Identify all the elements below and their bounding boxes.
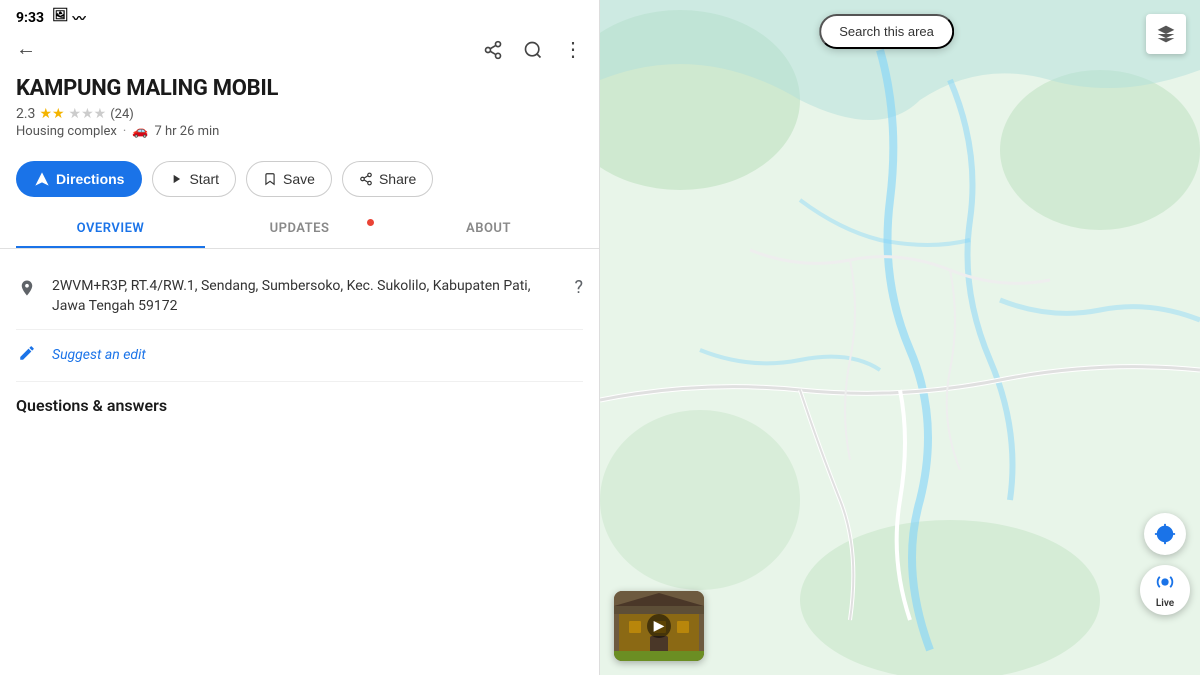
action-buttons: Directions Start Save Share — [0, 151, 599, 209]
tab-overview[interactable]: OVERVIEW — [16, 209, 205, 248]
tab-updates-label: UPDATES — [270, 221, 330, 236]
updates-dot — [367, 219, 374, 226]
stars-empty: ★★★ — [69, 106, 107, 122]
save-button[interactable]: Save — [246, 161, 332, 197]
left-panel: 9:33 🖼 〰 ← ⋮ KAMPUNG MALING MOBIL — [0, 0, 600, 675]
content-section: 2WVM+R3P, RT.4/RW.1, Sendang, Sumbersoko… — [0, 249, 599, 675]
directions-button[interactable]: Directions — [16, 161, 142, 197]
search-this-area-button[interactable]: Search this area — [819, 14, 954, 49]
share-action-button[interactable]: Share — [342, 161, 433, 197]
place-rating: 2.3 ★★ ★★★ (24) — [16, 106, 583, 122]
info-action-icon[interactable]: ? — [574, 277, 583, 298]
address-row: 2WVM+R3P, RT.4/RW.1, Sendang, Sumbersoko… — [16, 265, 583, 329]
street-view-content: ▶ — [614, 591, 704, 661]
search-this-area-label: Search this area — [839, 24, 934, 39]
qa-heading: Questions & answers — [16, 382, 583, 423]
drive-time: 7 hr 26 min — [154, 124, 219, 139]
status-time: 9:33 — [16, 10, 44, 26]
top-bar-actions: ⋮ — [483, 37, 583, 62]
live-icon — [1154, 571, 1176, 598]
place-name: KAMPUNG MALING MOBIL — [16, 76, 583, 102]
photo-icon: 🖼 — [52, 8, 69, 27]
street-view-arrow: ▶ — [647, 614, 671, 638]
stars-filled: ★★ — [39, 106, 64, 122]
my-location-button[interactable] — [1144, 513, 1186, 555]
place-type: Housing complex · 🚗 7 hr 26 min — [16, 124, 583, 139]
suggest-edit-text: Suggest an edit — [52, 347, 146, 363]
save-label: Save — [283, 171, 315, 187]
suggest-edit-row[interactable]: Suggest an edit — [16, 330, 583, 382]
status-bar: 9:33 🖼 〰 — [0, 0, 599, 31]
street-view-thumbnail[interactable]: ▶ — [614, 591, 704, 661]
share-button[interactable] — [483, 40, 503, 60]
edit-icon — [16, 344, 38, 367]
tab-about[interactable]: ABOUT — [394, 209, 583, 248]
tab-overview-label: OVERVIEW — [77, 221, 145, 236]
right-panel: 🔵 📍 Vo LTE 4G+ ▐▐▐ 75%🔋 — [600, 0, 1200, 675]
live-button[interactable]: Live — [1140, 565, 1190, 615]
drive-icon: 🚗 — [132, 124, 148, 139]
rating-number: 2.3 — [16, 106, 35, 122]
more-button[interactable]: ⋮ — [563, 37, 583, 62]
back-button[interactable]: ← — [16, 38, 36, 61]
tab-about-label: ABOUT — [466, 221, 511, 236]
location-icon — [16, 277, 38, 297]
top-bar: ← ⋮ — [0, 31, 599, 72]
layers-button[interactable] — [1146, 14, 1186, 54]
tab-updates[interactable]: UPDATES — [205, 209, 394, 248]
address-text: 2WVM+R3P, RT.4/RW.1, Sendang, Sumbersoko… — [52, 277, 560, 316]
start-button[interactable]: Start — [152, 161, 236, 197]
status-icons: 🖼 〰 — [52, 8, 86, 27]
share-label: Share — [379, 171, 416, 187]
start-label: Start — [189, 171, 219, 187]
category-label: Housing complex — [16, 124, 117, 139]
directions-label: Directions — [56, 171, 124, 187]
place-info: KAMPUNG MALING MOBIL 2.3 ★★ ★★★ (24) Hou… — [0, 72, 599, 151]
divider: · — [123, 124, 126, 139]
live-label: Live — [1156, 598, 1174, 609]
review-count: (24) — [110, 107, 134, 122]
search-button[interactable] — [523, 40, 543, 60]
signal-icon: 〰 — [73, 8, 86, 27]
tabs: OVERVIEW UPDATES ABOUT — [0, 209, 599, 249]
